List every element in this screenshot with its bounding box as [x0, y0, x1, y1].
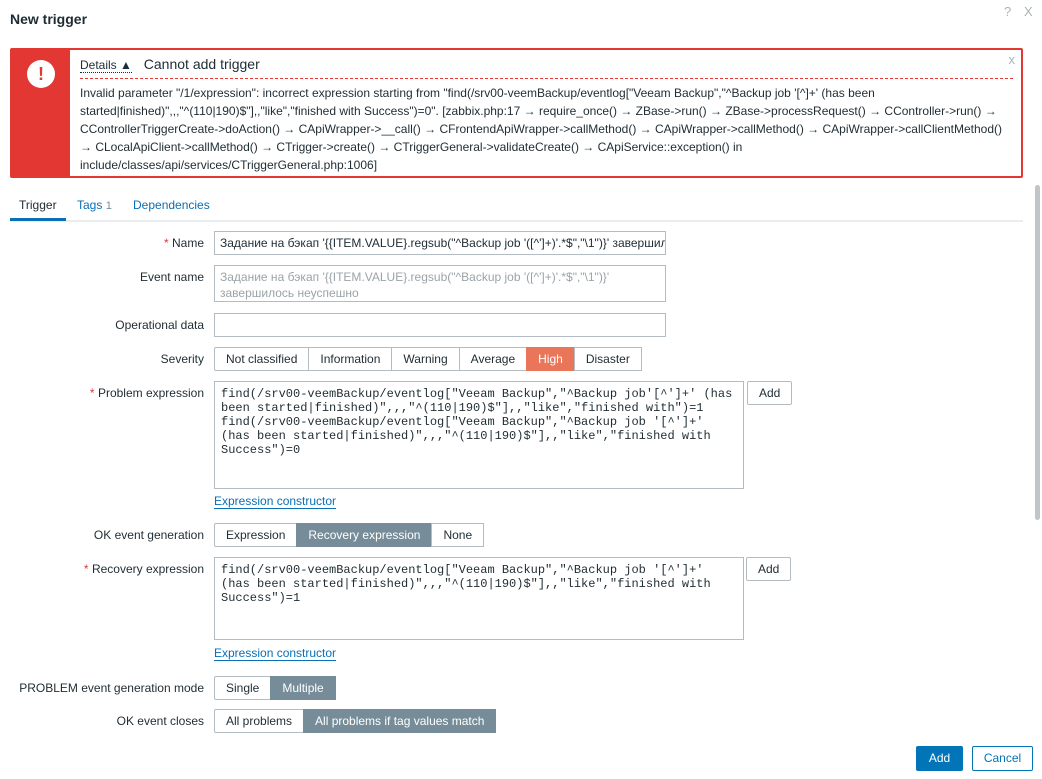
recovery-expression-add-button[interactable]: Add	[746, 557, 792, 581]
recovery-expression-constructor-link[interactable]: Expression constructor	[214, 647, 337, 661]
problem-expression-add-button[interactable]: Add	[747, 381, 793, 405]
ok-closes-tag-match[interactable]: All problems if tag values match	[303, 709, 497, 733]
add-button[interactable]: Add	[916, 746, 963, 771]
ok-closes-selector: All problems All problems if tag values …	[214, 709, 497, 733]
ok-gen-none[interactable]: None	[431, 523, 485, 547]
tab-tags[interactable]: Tags 1	[77, 198, 112, 212]
problem-expression-constructor-link[interactable]: Expression constructor	[214, 495, 337, 509]
error-details: Invalid parameter "/1/expression": incor…	[80, 86, 1003, 172]
severity-disaster[interactable]: Disaster	[573, 347, 642, 371]
tags-count-badge: 1	[105, 200, 112, 212]
problem-expression-textarea[interactable]: find(/srv00-veemBackup/eventlog["Veeam B…	[214, 381, 744, 489]
ok-gen-recovery-expression[interactable]: Recovery expression	[296, 523, 433, 547]
ok-event-generation-selector: Expression Recovery expression None	[214, 523, 485, 547]
problem-mode-label: PROBLEM event generation mode	[19, 681, 204, 695]
cancel-button[interactable]: Cancel	[972, 746, 1033, 771]
event-name-input[interactable]: Задание на бэкап '{{ITEM.VALUE}.regsub("…	[214, 265, 666, 302]
severity-selector: Not classified Information Warning Avera…	[214, 347, 642, 371]
help-icon[interactable]: ?	[1004, 4, 1011, 19]
problem-mode-selector: Single Multiple	[214, 676, 336, 700]
error-header: Details ▲ Cannot add trigger	[80, 56, 1013, 79]
error-title: Cannot add trigger	[143, 56, 260, 72]
ok-closes-label: OK event closes	[116, 714, 204, 728]
problem-mode-multiple[interactable]: Multiple	[270, 676, 336, 700]
ok-closes-all[interactable]: All problems	[214, 709, 305, 733]
tab-bar: Trigger Tags 1 Dependencies	[10, 192, 1023, 222]
problem-expression-label: * Problem expression	[89, 386, 204, 400]
tab-tags-label: Tags	[77, 198, 103, 212]
severity-warning[interactable]: Warning	[391, 347, 460, 371]
ok-event-generation-label: OK event generation	[93, 528, 204, 542]
severity-high[interactable]: High	[526, 347, 575, 371]
error-sidebar: !	[12, 50, 70, 176]
exclamation-icon: !	[27, 60, 55, 88]
name-input[interactable]: Задание на бэкап '{{ITEM.VALUE}.regsub("…	[214, 231, 666, 255]
close-icon[interactable]: X	[1024, 4, 1033, 19]
problem-mode-single[interactable]: Single	[214, 676, 272, 700]
details-toggle[interactable]: Details ▲	[80, 58, 132, 73]
scrollbar[interactable]	[1035, 185, 1040, 520]
severity-information[interactable]: Information	[308, 347, 393, 371]
name-label: * Name	[163, 236, 204, 250]
recovery-expression-textarea[interactable]: find(/srv00-veemBackup/eventlog["Veeam B…	[214, 557, 744, 640]
event-name-label: Event name	[139, 270, 204, 284]
error-close-icon[interactable]: x	[1009, 52, 1016, 67]
tab-dependencies[interactable]: Dependencies	[133, 198, 210, 212]
operational-data-label: Operational data	[115, 318, 204, 332]
dialog-title: New trigger	[10, 11, 88, 27]
severity-label: Severity	[160, 352, 204, 366]
error-message-box: ! Details ▲ Cannot add trigger x Invalid…	[10, 48, 1023, 178]
recovery-expression-label: * Recovery expression	[83, 562, 204, 576]
severity-not-classified[interactable]: Not classified	[214, 347, 310, 371]
tab-trigger[interactable]: Trigger	[10, 198, 66, 221]
severity-average[interactable]: Average	[458, 347, 528, 371]
operational-data-input[interactable]	[214, 313, 666, 337]
ok-gen-expression[interactable]: Expression	[214, 523, 298, 547]
